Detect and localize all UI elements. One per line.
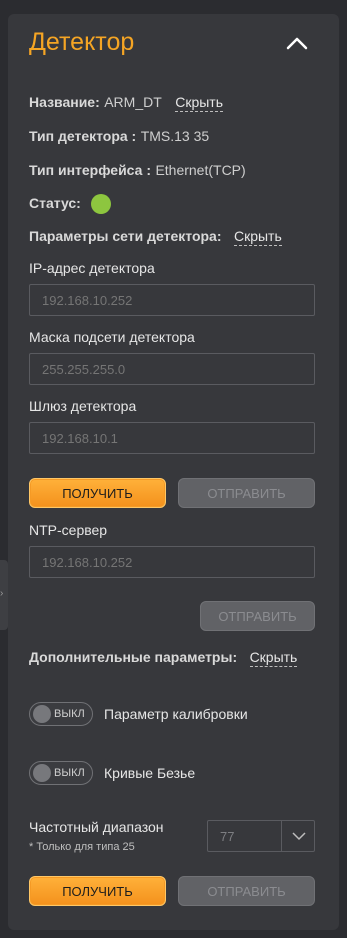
interface-label: Тип интерфейса :	[29, 162, 151, 178]
extra-hide-link[interactable]: Скрыть	[249, 649, 298, 667]
extra-send-button[interactable]: ОТПРАВИТЬ	[178, 876, 315, 906]
mask-label: Маска подсети детектора	[29, 329, 195, 345]
calibration-toggle[interactable]: ВЫКЛ	[29, 702, 93, 726]
select-divider	[281, 821, 282, 851]
mask-input[interactable]	[29, 353, 315, 385]
chevron-up-icon[interactable]	[286, 36, 308, 50]
gateway-label: Шлюз детектора	[29, 398, 137, 414]
side-arrow-icon: ›	[0, 588, 4, 599]
network-get-button[interactable]: ПОЛУЧИТЬ	[29, 478, 166, 508]
extra-section-label: Дополнительные параметры:	[29, 649, 238, 665]
side-collapse-tab[interactable]: ›	[0, 560, 8, 630]
network-section-header: Параметры сети детектора: Скрыть	[29, 228, 282, 246]
status-label: Статус:	[29, 195, 81, 211]
ntp-label: NTP-сервер	[29, 522, 108, 538]
ntp-input[interactable]	[29, 546, 315, 578]
type-label: Тип детектора :	[29, 128, 137, 144]
interface-value: Ethernet(TCP)	[155, 162, 246, 178]
network-section-label: Параметры сети детектора:	[29, 228, 222, 244]
toggle-knob	[33, 764, 51, 782]
name-value: ARM_DT	[104, 94, 162, 110]
status-indicator	[91, 194, 111, 214]
toggle-state-text: ВЫКЛ	[54, 708, 85, 720]
freq-label: Частотный диапазон	[29, 819, 164, 835]
toggle-knob	[33, 705, 51, 723]
name-hide-link[interactable]: Скрыть	[175, 94, 224, 112]
bezier-label: Кривые Безье	[104, 765, 196, 781]
network-send-button[interactable]: ОТПРАВИТЬ	[178, 478, 315, 508]
interface-row: Тип интерфейса : Ethernet(TCP)	[29, 162, 246, 180]
type-value: TMS.13 35	[140, 128, 210, 144]
bezier-toggle[interactable]: ВЫКЛ	[29, 761, 93, 785]
gateway-input[interactable]	[29, 422, 315, 454]
extra-get-button[interactable]: ПОЛУЧИТЬ	[29, 876, 166, 906]
freq-note: * Только для типа 25	[29, 841, 135, 853]
detector-panel	[8, 14, 339, 930]
panel-title: Детектор	[29, 28, 135, 56]
name-label: Название:	[29, 94, 100, 110]
freq-select-value: 77	[220, 829, 235, 844]
type-row: Тип детектора : TMS.13 35	[29, 128, 209, 146]
name-row: Название: ARM_DT Скрыть	[29, 94, 224, 112]
freq-select[interactable]: 77	[207, 820, 315, 852]
calibration-label: Параметр калибровки	[104, 706, 248, 722]
network-hide-link[interactable]: Скрыть	[233, 228, 282, 246]
extra-section-header: Дополнительные параметры: Скрыть	[29, 649, 298, 667]
toggle-state-text: ВЫКЛ	[54, 767, 85, 779]
ip-label: IP-адрес детектора	[29, 260, 155, 276]
ip-input[interactable]	[29, 284, 315, 316]
ntp-send-button[interactable]: ОТПРАВИТЬ	[200, 601, 315, 631]
chevron-down-icon	[292, 832, 306, 841]
